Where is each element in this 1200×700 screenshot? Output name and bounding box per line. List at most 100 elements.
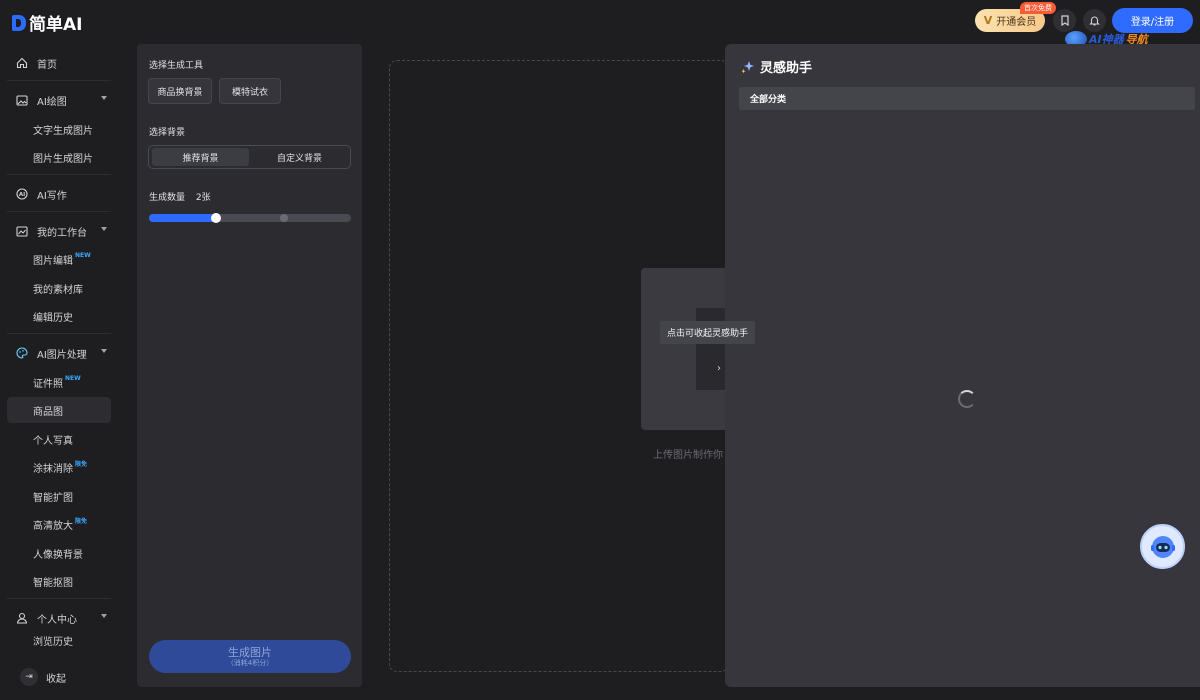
notification-button[interactable] [1083,9,1106,32]
app-logo[interactable]: 简单AI [12,10,82,35]
user-icon [14,612,30,624]
logo-text: 简单AI [29,15,83,35]
nav-image-to-image-label: 图片生成图片 [33,153,93,165]
slider-handle[interactable] [211,213,221,223]
generate-label: 生成图片 [228,645,272,659]
new-badge: NEW [65,374,81,382]
divider [7,333,111,334]
nav-image-to-image[interactable]: 图片生成图片 [7,144,111,170]
chevron-down-icon [101,614,107,618]
nav-portrait-bg-label: 人像换背景 [33,549,83,561]
nav-browse-history-label: 浏览历史 [33,637,73,647]
bg-custom-tab[interactable]: 自定义背景 [251,148,348,166]
nav-upscale[interactable]: 高清放大 限免 [7,511,111,537]
nav-upscale-label: 高清放大 [33,520,73,532]
nav-image-edit-label: 图片编辑 [33,255,73,267]
nav-id-photo-label: 证件照 [33,378,63,390]
nav-erase-label: 涂抹消除 [33,463,73,475]
nav-cutout[interactable]: 智能抠图 [7,568,111,594]
collapse-label: 收起 [46,673,66,685]
nav-expand-label: 智能扩图 [33,492,73,504]
nav-edit-history[interactable]: 编辑历史 [7,303,111,329]
bookmark-icon [1060,15,1069,26]
robot-icon [1150,535,1175,558]
upload-hint: 上传图片制作你 [653,450,723,461]
divider [7,80,111,81]
sparkle-icon [741,60,754,73]
nav-ai-image-label: AI图片处理 [37,349,87,361]
chevron-right-icon[interactable]: › [713,361,725,375]
count-label: 生成数量 [149,193,186,203]
sidebar: 首页 AI绘图 文字生成图片 图片生成图片 AI AI写作 我的工作台 图片编辑… [0,44,118,700]
image-icon [14,94,30,106]
bg-segmented-control: 推荐背景 自定义背景 [148,145,351,169]
nav-id-photo[interactable]: 证件照 NEW [7,369,111,395]
nav-image-edit[interactable]: 图片编辑 NEW [7,246,111,272]
ai-write-icon: AI [14,188,30,200]
count-slider[interactable] [149,213,351,223]
tool-panel: 选择生成工具 商品换背景 模特试衣 选择背景 推荐背景 自定义背景 生成数量 2… [137,44,362,687]
nav-workspace-label: 我的工作台 [37,227,87,239]
nav-portrait[interactable]: 个人写真 [7,426,111,452]
tool-model-tryon-button[interactable]: 模特试衣 [219,78,281,104]
nav-portrait-label: 个人写真 [33,435,73,447]
bg-section-title: 选择背景 [149,128,186,138]
nav-home-label: 首页 [37,59,57,71]
new-badge: NEW [75,251,91,259]
vip-label: 开通会员 [996,17,1037,28]
nav-expand[interactable]: 智能扩图 [7,483,111,509]
assistant-bot-button[interactable] [1140,524,1185,569]
collapse-icon: ⇥ [20,668,38,686]
nav-portrait-bg[interactable]: 人像换背景 [7,540,111,566]
nav-text-to-image[interactable]: 文字生成图片 [7,116,111,142]
nav-workspace[interactable]: 我的工作台 [7,218,111,244]
nav-ai-write[interactable]: AI AI写作 [7,181,111,207]
vip-badge: 首次免费 [1020,2,1056,14]
nav-ai-write-label: AI写作 [37,190,67,202]
inspiration-title-row: 灵感助手 [740,57,812,76]
nav-ai-draw-label: AI绘图 [37,96,67,108]
nav-cutout-label: 智能抠图 [33,577,73,589]
slider-step-dot [280,214,288,222]
hot-badge: 限免 [75,517,88,525]
count-value: 2张 [195,193,211,203]
divider [7,211,111,212]
nav-erase[interactable]: 涂抹消除 限免 [7,454,111,480]
category-all-tab[interactable]: 全部分类 [739,87,1195,110]
bell-icon [1089,16,1100,26]
logo-mark-icon [12,14,26,31]
collapse-button[interactable]: ⇥ 收起 [20,668,66,686]
generate-sub: （消耗4积分） [226,658,274,667]
tool-product-bg-button[interactable]: 商品换背景 [148,78,212,104]
nav-edit-history-label: 编辑历史 [33,312,73,324]
nav-personal[interactable]: 个人中心 [7,605,111,631]
login-button[interactable]: 登录/注册 [1112,8,1193,33]
svg-text:AI: AI [19,192,25,198]
upload-card[interactable] [641,268,731,430]
nav-home[interactable]: 首页 [7,50,111,76]
nav-ai-image[interactable]: AI图片处理 [7,340,111,366]
nav-ai-draw[interactable]: AI绘图 [7,87,111,113]
slider-fill [149,214,216,222]
hot-badge: 限免 [75,460,88,468]
chevron-down-icon [101,96,107,100]
chevron-down-icon [101,349,107,353]
top-bar: 简单AI V 开通会员 首次免费 登录/注册 AI神器 导航 [0,0,1200,47]
bookmark-button[interactable] [1053,9,1076,32]
loading-spinner-icon [958,390,976,408]
generate-button[interactable]: 生成图片 （消耗4积分） [149,640,351,673]
nav-browse-history[interactable]: 浏览历史 [7,633,111,647]
nav-my-assets-label: 我的素材库 [33,284,83,296]
nav-product-image-label: 商品图 [33,406,63,418]
inspiration-panel: 灵感助手 全部分类 [725,44,1200,687]
palette-icon [14,347,30,359]
nav-product-image[interactable]: 商品图 [7,397,111,423]
nav-text-to-image-label: 文字生成图片 [33,125,93,137]
divider [7,598,111,599]
collapse-tooltip: 点击可收起灵感助手 [660,321,756,344]
bg-recommended-tab[interactable]: 推荐背景 [152,148,249,166]
tool-section-title: 选择生成工具 [149,61,204,71]
divider [7,174,111,175]
chevron-down-icon [101,227,107,231]
nav-my-assets[interactable]: 我的素材库 [7,275,111,301]
